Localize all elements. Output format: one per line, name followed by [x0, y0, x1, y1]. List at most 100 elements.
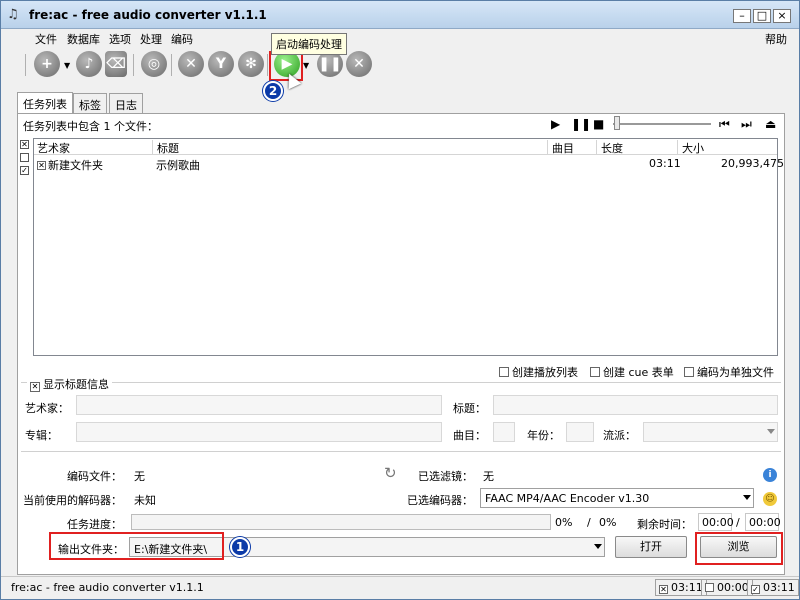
maximize-button[interactable]: □	[753, 9, 771, 23]
progress-label: 任务进度：	[67, 518, 122, 531]
genre-label: 流派：	[603, 429, 636, 442]
encoder-select[interactable]: FAAC MP4/AAC Encoder v1.30	[480, 488, 754, 508]
app-window: ♫ fre:ac - free audio converter v1.1.1 –…	[0, 0, 800, 600]
highlight-browse-button	[695, 532, 783, 565]
create-playlist-label: 创建播放列表	[512, 366, 578, 379]
title-info-legend[interactable]: ✕ 显示标题信息	[27, 376, 112, 392]
menu-database[interactable]: 数据库	[67, 31, 100, 47]
create-cue-checkbox[interactable]	[590, 367, 600, 377]
close-button[interactable]: ×	[773, 9, 791, 23]
row-length[interactable]: 03:11	[649, 157, 681, 170]
toggle-selection-checkbox[interactable]: ✓	[20, 166, 29, 175]
genre-dropdown-icon[interactable]	[767, 429, 775, 434]
track-label: 曲目：	[453, 429, 486, 442]
callout-two: 2	[263, 81, 283, 101]
remove-files-icon[interactable]: ⌫	[105, 51, 127, 77]
add-cd-tracks-icon[interactable]: ♪	[76, 51, 102, 77]
create-playlist-checkbox[interactable]	[499, 367, 509, 377]
pause-icon[interactable]: ❚❚	[571, 117, 591, 131]
encode-separate-label: 编码为单独文件	[697, 366, 774, 379]
tab-log[interactable]: 日志	[109, 93, 143, 113]
previous-track-icon[interactable]: ⏮	[719, 117, 730, 132]
column-title[interactable]: 标题	[154, 140, 548, 155]
menu-help[interactable]: 帮助	[765, 31, 787, 47]
artist-label: 艺术家：	[25, 402, 69, 415]
joblist-count: 任务列表中包含 1 个文件：	[23, 120, 158, 133]
stop-icon[interactable]: ■	[593, 117, 604, 131]
stop-encoding-icon[interactable]: ✕	[346, 51, 372, 77]
joblist-table: 艺术家 标题 曲目 长度 大小 ✕ 新建文件夹 示例歌曲 03:11 20,99…	[33, 138, 784, 356]
cddb-query-icon[interactable]: ◎	[141, 51, 167, 77]
column-track[interactable]: 曲目	[549, 140, 597, 155]
filter-icon[interactable]: Y	[208, 51, 234, 77]
genre-select[interactable]	[643, 422, 778, 442]
add-dropdown-icon[interactable]: ▼	[64, 61, 70, 70]
remaining-time-file: 00:00	[698, 513, 734, 531]
start-dropdown-icon[interactable]: ▼	[303, 61, 309, 70]
menu-encode[interactable]: 编码	[171, 31, 193, 47]
column-size[interactable]: 大小	[679, 140, 777, 155]
seek-track[interactable]	[613, 123, 711, 125]
row-artist[interactable]: 新建文件夹	[48, 157, 103, 173]
column-length[interactable]: 长度	[598, 140, 678, 155]
tab-tags[interactable]: 标签	[73, 93, 107, 113]
create-cue-option[interactable]: 创建 cue 表单	[590, 364, 674, 380]
toolbar-separator	[171, 54, 172, 76]
encode-separate-checkbox[interactable]	[684, 367, 694, 377]
encoding-file-label: 编码文件：	[67, 470, 122, 483]
column-artist[interactable]: 艺术家	[34, 140, 153, 155]
encoder-select-value: FAAC MP4/AAC Encoder v1.30	[485, 492, 650, 505]
status-selected-time-value: 03:11	[671, 581, 703, 594]
create-playlist-option[interactable]: 创建播放列表	[499, 364, 578, 380]
remaining-time-total: 00:00	[745, 513, 781, 531]
rotate-icon: ↻	[384, 464, 397, 482]
menu-file[interactable]: 文件	[35, 31, 57, 47]
toolbar-separator	[133, 54, 134, 76]
status-bar: fre:ac - free audio converter v1.1.1 ✕ 03…	[1, 576, 799, 599]
next-track-icon[interactable]: ⏭	[741, 117, 752, 132]
toolbar: + ▼ ♪ ⌫ ◎ ✕ Y ✻ ▶ ▼ ❚❚ ✕	[1, 49, 799, 83]
output-folder-dropdown-icon[interactable]	[594, 544, 602, 549]
eject-icon[interactable]: ⏏	[765, 117, 776, 131]
track-field[interactable]	[493, 422, 515, 442]
tab-joblist[interactable]: 任务列表	[17, 92, 73, 113]
encoder-settings-icon[interactable]: ☺	[763, 492, 777, 506]
settings-gear-icon[interactable]: ✻	[238, 51, 264, 77]
menu-process[interactable]: 处理	[140, 31, 162, 47]
row-size[interactable]: 20,993,475	[721, 157, 784, 170]
create-cue-label: 创建 cue 表单	[603, 366, 674, 379]
title-label: 标题：	[453, 402, 486, 415]
toolbar-separator	[25, 54, 26, 76]
open-folder-button[interactable]: 打开	[615, 536, 687, 558]
progress-percent-file: 0%	[555, 516, 573, 529]
seek-thumb[interactable]	[614, 116, 620, 130]
info-icon[interactable]: i	[763, 468, 777, 482]
encoding-file-value: 无	[134, 470, 145, 483]
add-files-icon[interactable]: +	[34, 51, 60, 77]
filter-value: 无	[483, 470, 494, 483]
play-icon[interactable]: ▶	[551, 117, 560, 131]
task-progress-bar	[131, 514, 551, 530]
title-field[interactable]	[493, 395, 778, 415]
year-label: 年份：	[527, 429, 560, 442]
row-title[interactable]: 示例歌曲	[156, 157, 200, 173]
encode-separate-option[interactable]: 编码为单独文件	[684, 364, 774, 380]
select-none-checkbox[interactable]	[20, 153, 29, 162]
album-field[interactable]	[76, 422, 442, 442]
window-title: fre:ac - free audio converter v1.1.1	[29, 8, 267, 22]
encoder-dropdown-icon[interactable]	[743, 495, 751, 500]
status-unselected-time-value: 00:00	[717, 581, 749, 594]
minimize-button[interactable]: –	[733, 9, 751, 23]
title-info-legend-label: 显示标题信息	[43, 378, 109, 391]
select-all-checkbox[interactable]: ✕	[20, 140, 29, 149]
progress-percent-total: 0%	[599, 516, 617, 529]
configure-encoder-icon[interactable]: ✕	[178, 51, 204, 77]
menu-options[interactable]: 选项	[109, 31, 131, 47]
remaining-time-label: 剩余时间：	[637, 518, 692, 531]
music-note-icon: ♫	[7, 7, 19, 22]
year-field[interactable]	[566, 422, 594, 442]
filter-label: 已选滤镜：	[418, 470, 473, 483]
title-bar: ♫ fre:ac - free audio converter v1.1.1 –…	[1, 1, 799, 29]
artist-field[interactable]	[76, 395, 442, 415]
progress-separator: /	[587, 516, 591, 529]
